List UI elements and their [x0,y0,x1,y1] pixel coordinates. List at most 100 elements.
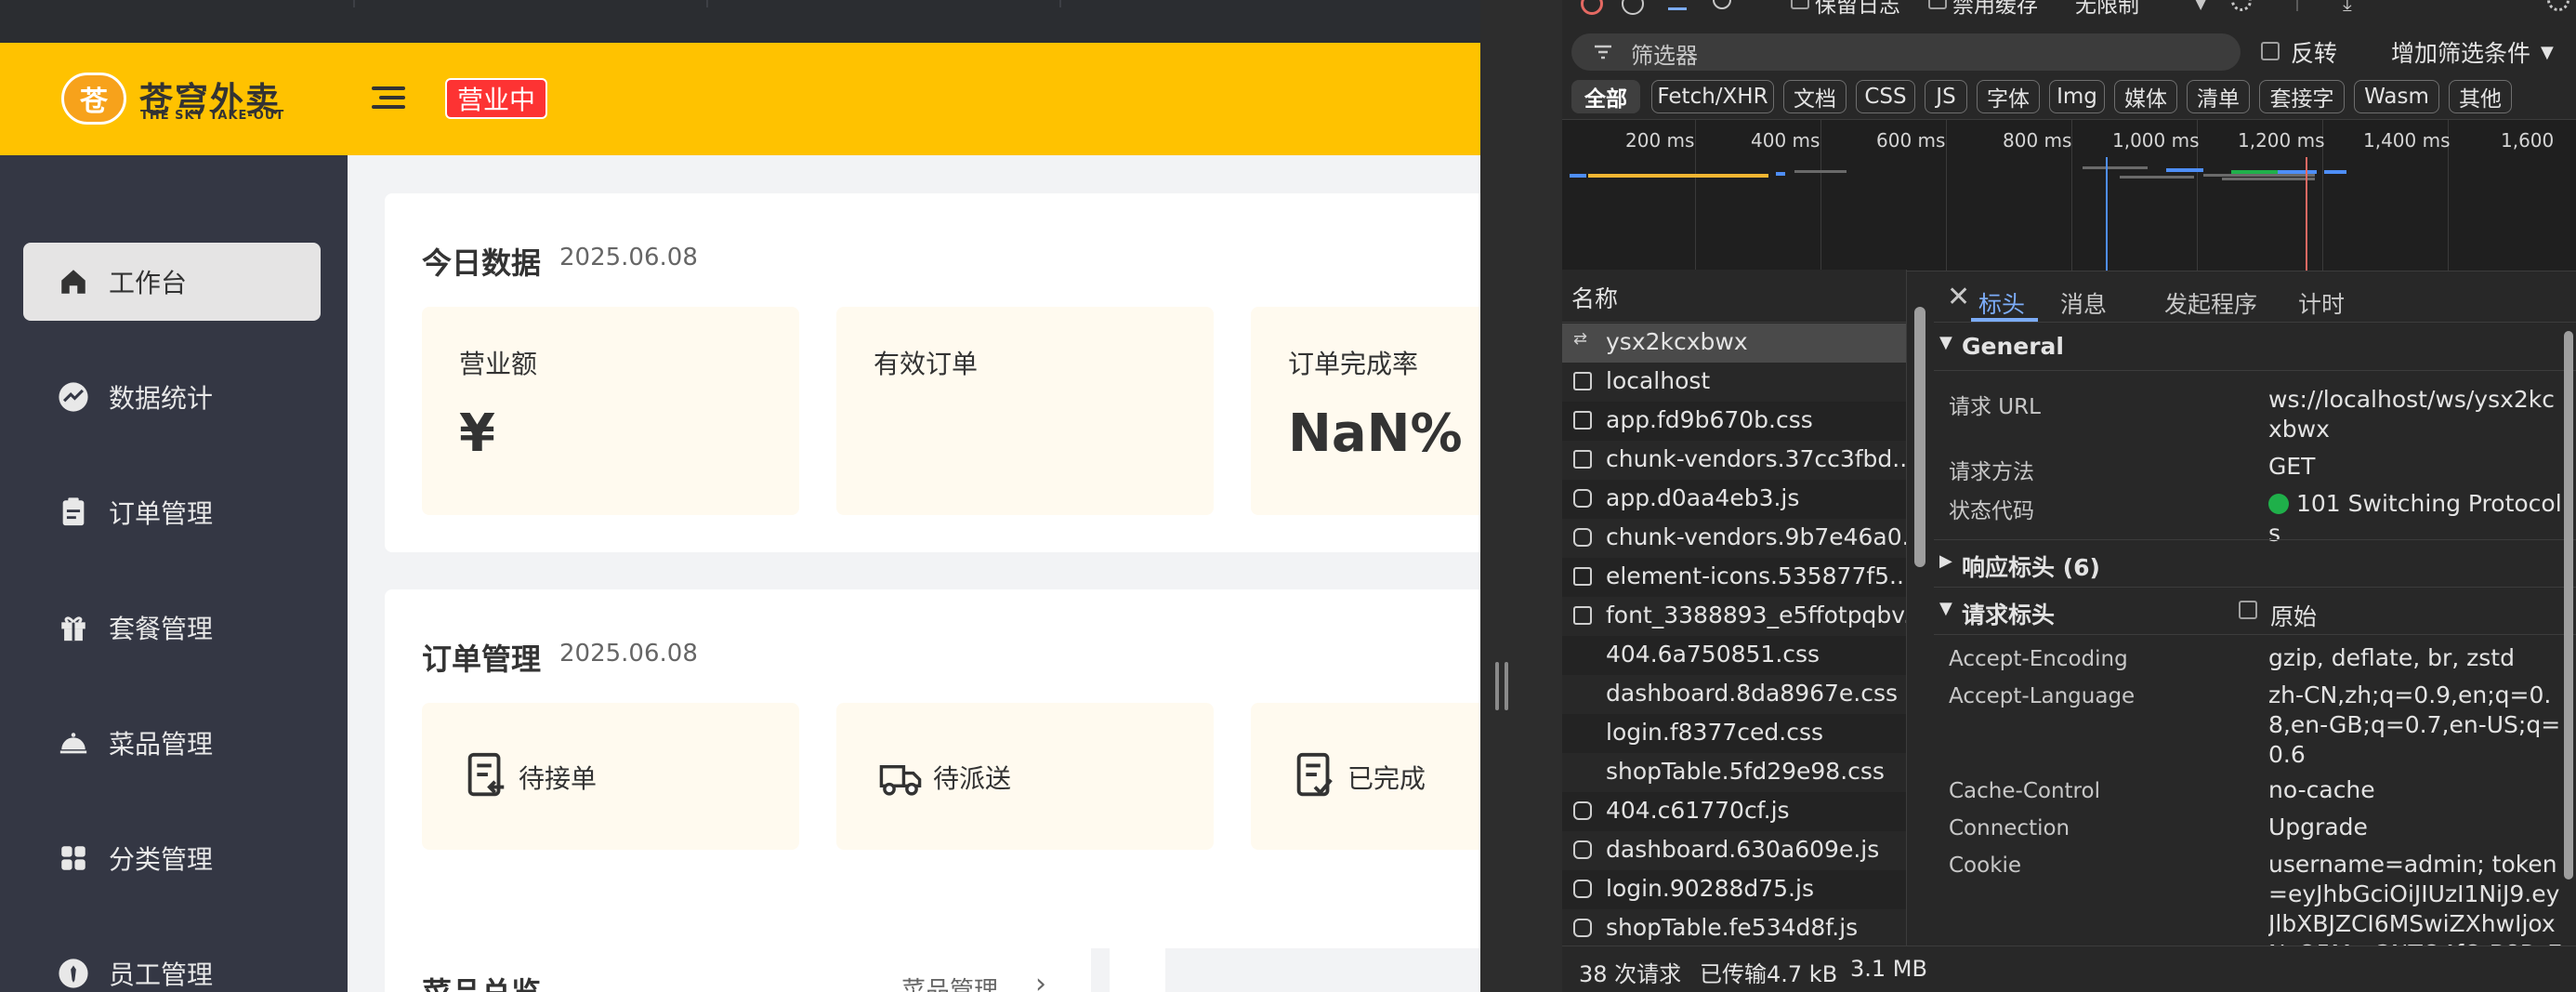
sidebar: 工作台 数据统计 订单管理 套餐管理 菜品管理 分类管理 员工管理 [0,155,348,992]
invert-checkbox[interactable] [2261,42,2280,60]
request-count: 38 次请求 [1579,961,1682,987]
timeline-overview[interactable]: 200 ms 400 ms 600 ms 800 ms 1,000 ms 1,2… [1562,119,2576,271]
search-icon[interactable] [1713,0,1731,9]
tile-value: ¥ [459,403,495,464]
request-row[interactable]: chunk-vendors.9b7e46a0.js [1562,519,1906,558]
filter-chip-other[interactable]: 其他 [2449,80,2512,113]
record-icon[interactable] [1581,0,1603,15]
network-settings-icon[interactable] [2231,0,2252,11]
filter-chip-img[interactable]: Img [2049,80,2105,113]
chevron-down-icon[interactable]: ▼ [2541,43,2554,62]
today-data-card: 今日数据 2025.06.08 营业额 ¥ 有效订单 订单完成率 NaN% [385,193,1480,552]
filter-chip-css[interactable]: CSS [1856,80,1915,113]
request-row[interactable]: element-icons.535877f5.... [1562,558,1906,597]
timeline-bar [2166,168,2203,172]
request-row[interactable]: font_3388893_e5ffotpqbv... [1562,597,1906,636]
filter-chip-manifest[interactable]: 清单 [2187,80,2250,113]
employee-icon [57,957,90,990]
sidebar-item-label: 菜品管理 [109,729,214,760]
name-column-header[interactable]: 名称 [1562,270,1906,323]
sidebar-item-combos[interactable]: 套餐管理 [23,589,321,667]
disable-cache-checkbox[interactable] [1928,0,1947,9]
tile-label: 待接单 [519,763,598,794]
filter-chip-all[interactable]: 全部 [1571,80,1640,113]
request-row[interactable]: login.90288d75.js [1562,870,1906,909]
request-row[interactable]: shopTable.fe534d8f.js [1562,909,1906,945]
request-headers-section[interactable]: ▼ 请求标头 原始 [1934,588,2576,635]
dish-management-link[interactable]: 菜品管理 [901,972,998,992]
divider [1059,0,1061,7]
tab-initiator[interactable]: 发起程序 [2164,286,2257,320]
filter-chip-wasm[interactable]: Wasm [2354,80,2439,113]
sidebar-item-categories[interactable]: 分类管理 [23,819,321,897]
script-icon [1573,489,1592,508]
request-list-scrollbar[interactable] [1912,275,1928,945]
more-filters-dropdown[interactable]: 增加筛选条件 [2391,35,2530,69]
filter-chip-media[interactable]: 媒体 [2114,80,2177,113]
sidebar-item-workbench[interactable]: 工作台 [23,243,321,321]
filter-toggle-icon[interactable] [1668,0,1687,10]
filter-chip-socket[interactable]: 套接字 [2259,80,2345,113]
throttle-select[interactable]: 无限制 [2075,0,2139,19]
close-icon[interactable]: ✕ [1947,281,1970,313]
request-name: font_3388893_e5ffotpqbv... [1606,602,1906,628]
download-icon[interactable]: ⤓ [2343,0,2352,16]
request-row[interactable]: 404.6a750851.css [1562,636,1906,675]
sidebar-item-dishes[interactable]: 菜品管理 [23,704,321,782]
scrollbar-thumb[interactable] [1914,307,1925,567]
to-deliver-tile[interactable]: 待派送 [836,703,1214,850]
valid-orders-tile: 有效订单 [836,307,1214,515]
request-row[interactable]: login.f8377ced.css [1562,714,1906,753]
filter-chip-js[interactable]: JS [1925,80,1967,113]
chevron-down-icon: ▼ [1939,333,1952,352]
tab-timing[interactable]: 计时 [2298,286,2345,320]
tile-value: NaN% [1288,403,1463,464]
tile-label: 待派送 [933,763,1012,794]
gear-icon[interactable] [2547,0,2569,11]
section-title: 响应标头 (6) [1962,554,2100,581]
request-row[interactable]: localhost [1562,363,1906,402]
sidebar-item-orders[interactable]: 订单管理 [23,473,321,551]
response-headers-section[interactable]: ▶ 响应标头 (6) [1934,539,2576,588]
devtools-toolbar: 保留日志 禁用缓存 无限制 ▼ ⤓ [1562,0,2576,19]
divider [2296,0,2298,11]
request-row[interactable]: app.fd9b670b.css [1562,402,1906,441]
raw-checkbox[interactable] [2239,601,2257,619]
details-tabs: ✕ 标头 消息 发起程序 计时 [1934,270,2576,323]
request-row[interactable]: app.d0aa4eb3.js [1562,480,1906,519]
general-section-header[interactable]: ▼ General [1934,324,2576,371]
chevron-right-icon[interactable]: › [1035,968,1046,992]
shop-status-badge[interactable]: 营业中 [445,78,547,119]
sidebar-item-employees[interactable]: 员工管理 [23,934,321,992]
divider [706,0,708,7]
menu-toggle-icon[interactable] [372,84,405,112]
sidebar-item-label: 数据统计 [109,383,214,414]
tab-headers[interactable]: 标头 [1978,286,2025,320]
filter-chip-doc[interactable]: 文档 [1783,80,1847,113]
request-row[interactable]: ⇄ ysx2kcxbwx [1562,324,1906,363]
font-icon [1573,606,1592,625]
browser-top-strip [0,0,1480,43]
pending-orders-tile[interactable]: 待接单 [422,703,799,850]
completed-orders-tile[interactable]: 已完成 [1251,703,1480,850]
request-row[interactable]: chunk-vendors.37cc3fbd.... [1562,441,1906,480]
devtools-resizer[interactable] [1480,0,1562,992]
request-row[interactable]: dashboard.8da8967e.css [1562,675,1906,714]
timeline-bar [2222,178,2315,180]
request-row[interactable]: dashboard.630a609e.js [1562,831,1906,870]
filter-chip-font[interactable]: 字体 [1977,80,2040,113]
details-scrollbar[interactable] [2564,331,2573,880]
disable-cache-label: 禁用缓存 [1952,0,2038,18]
request-row[interactable]: shopTable.5fd29e98.css [1562,753,1906,792]
sidebar-item-statistics[interactable]: 数据统计 [23,358,321,436]
active-tab-indicator [1971,318,2038,322]
request-name: login.90288d75.js [1606,875,1814,902]
filter-chip-fetch-xhr[interactable]: Fetch/XHR [1651,80,1774,113]
tab-messages[interactable]: 消息 [2060,286,2107,320]
clear-icon[interactable] [1622,0,1644,15]
request-row[interactable]: 404.c61770cf.js [1562,792,1906,831]
chevron-right-icon: ▶ [1939,551,1952,571]
chevron-down-icon[interactable]: ▼ [2195,0,2206,12]
preserve-log-checkbox[interactable] [1791,0,1809,9]
filter-input[interactable]: 筛选器 [1571,33,2241,71]
